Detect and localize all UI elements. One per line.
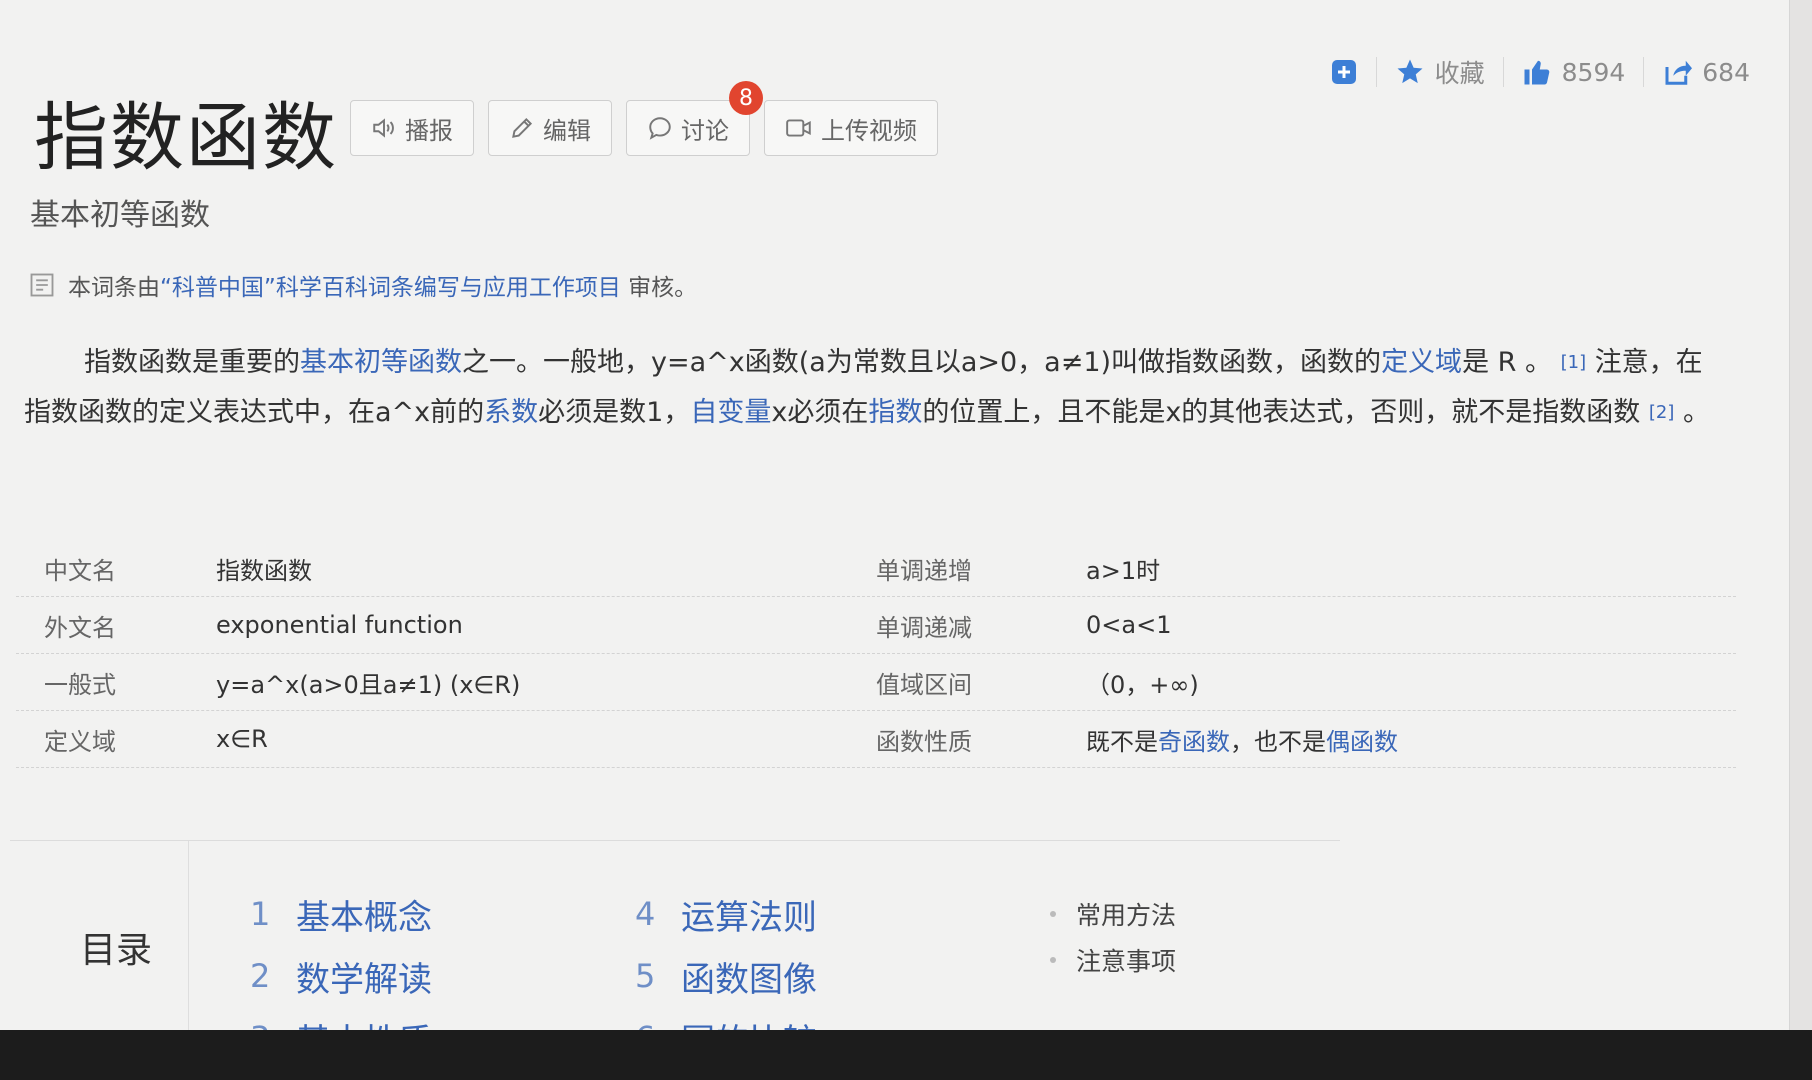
info-key: 函数性质	[876, 727, 972, 756]
review-prefix: 本词条由	[68, 275, 160, 301]
discuss-label: 讨论	[681, 116, 729, 145]
action-bar: 收藏 8594 684	[1330, 54, 1750, 90]
toc-number: 2	[250, 957, 271, 995]
toc-text: 函数图像	[681, 959, 817, 1000]
upload-video-label: 上传视频	[821, 116, 917, 145]
edit-label: 编辑	[543, 116, 591, 145]
info-value: 指数函数	[216, 556, 312, 585]
link-independent-variable[interactable]: 自变量	[690, 397, 771, 428]
info-value: x∈R	[216, 725, 268, 753]
link-exponent[interactable]: 指数	[868, 397, 922, 428]
intro-text: x必须在	[771, 397, 869, 428]
discuss-button[interactable]: 讨论 8	[626, 81, 763, 156]
review-suffix: 审核。	[620, 275, 698, 301]
add-button[interactable]	[1330, 58, 1358, 86]
intro-text: 。	[1674, 397, 1710, 428]
toc-number: 5	[635, 957, 656, 995]
info-key: 值域区间	[876, 670, 972, 699]
intro-text: 是 R 。	[1462, 347, 1552, 378]
info-value: 0<a<1	[1086, 611, 1172, 639]
info-value-text: 既不是	[1086, 727, 1158, 756]
toc-subitem[interactable]: 常用方法	[1050, 891, 1176, 937]
collect-button[interactable]: 收藏	[1395, 54, 1485, 90]
info-key: 中文名	[44, 556, 116, 585]
info-key: 单调递增	[876, 556, 972, 585]
share-icon	[1665, 60, 1693, 85]
intro-text: 必须是数1，	[538, 397, 691, 428]
upload-video-button[interactable]: 上传视频	[764, 100, 938, 156]
info-key: 单调递减	[876, 613, 972, 642]
reference-2[interactable]: [2]	[1649, 402, 1675, 423]
document-icon	[30, 273, 54, 297]
link-elementary-function[interactable]: 基本初等函数	[300, 347, 462, 378]
info-value-text: ，也不是	[1230, 727, 1326, 756]
screen-bezel	[0, 1030, 1812, 1080]
toc-label: 目录	[80, 930, 153, 971]
review-link[interactable]: “科普中国”科学百科词条编写与应用工作项目	[160, 275, 621, 301]
share-button[interactable]: 684	[1662, 57, 1750, 87]
link-even-function[interactable]: 偶函数	[1326, 728, 1398, 756]
info-value: exponential function	[216, 611, 463, 639]
review-note: 本词条由“科普中国”科学百科词条编写与应用工作项目 审核。	[28, 268, 697, 302]
intro-paragraph: 指数函数是重要的基本初等函数之一。一般地，y=a^x函数(a为常数且以a>0，a…	[24, 338, 1724, 438]
link-domain[interactable]: 定义域	[1381, 347, 1462, 378]
info-key: 一般式	[44, 670, 116, 699]
toc-subitem-text: 常用方法	[1076, 901, 1177, 930]
info-key: 定义域	[44, 727, 116, 756]
broadcast-button[interactable]: 播报	[350, 100, 474, 156]
toc-item[interactable]: 4 运算法则	[635, 883, 817, 945]
toc-text: 数学解读	[296, 959, 432, 1000]
toc-subitem-text: 注意事项	[1076, 947, 1177, 976]
video-camera-icon	[786, 119, 811, 137]
table-of-contents: 目录 1基本概念 2数学解读 3基本性质 4运算法则 5函数图像 6幂的比较 常…	[10, 840, 1340, 1062]
scrollbar[interactable]	[1789, 0, 1812, 1030]
like-button[interactable]: 8594	[1522, 57, 1626, 87]
link-odd-function[interactable]: 奇函数	[1158, 728, 1230, 756]
info-value: （0，+∞)	[1086, 670, 1199, 699]
info-value: 既不是奇函数，也不是偶函数	[1086, 722, 1398, 757]
reference-1[interactable]: [1]	[1561, 352, 1587, 373]
info-row: 一般式 y=a^x(a>0且a≠1) (x∈R) 值域区间 （0，+∞)	[16, 654, 1736, 711]
chat-bubble-icon	[649, 117, 671, 140]
info-row: 中文名 指数函数 单调递增 a>1时	[16, 540, 1736, 597]
share-count: 684	[1702, 57, 1750, 87]
collect-label: 收藏	[1434, 59, 1485, 88]
broadcast-label: 播报	[405, 116, 453, 145]
toc-subitem[interactable]: 注意事项	[1050, 937, 1176, 983]
info-key: 外文名	[44, 613, 116, 642]
info-value: y=a^x(a>0且a≠1) (x∈R)	[216, 670, 521, 699]
pencil-icon	[512, 117, 533, 138]
intro-text: 指数函数是重要的	[84, 347, 300, 378]
page: 收藏 8594 684 指数函数 播报 编辑 讨论 8 上传视频 基本初等函数 …	[0, 0, 1790, 1062]
page-title: 指数函数	[34, 95, 338, 181]
info-row: 定义域 x∈R 函数性质 既不是奇函数，也不是偶函数	[16, 711, 1736, 768]
title-buttons: 播报 编辑 讨论 8 上传视频	[350, 81, 938, 156]
toc-item[interactable]: 2 数学解读	[250, 945, 432, 1007]
intro-text: 的位置上，且不能是x的其他表达式，否则，就不是指数函数	[922, 397, 1641, 428]
toc-text: 基本概念	[296, 897, 432, 938]
toc-item[interactable]: 5 函数图像	[635, 945, 817, 1007]
like-count: 8594	[1561, 57, 1626, 87]
star-icon	[1397, 59, 1423, 84]
info-row: 外文名 exponential function 单调递减 0<a<1	[16, 597, 1736, 654]
toc-number: 1	[250, 895, 271, 933]
basic-info-table: 中文名 指数函数 单调递增 a>1时 外文名 exponential funct…	[16, 540, 1736, 768]
toc-subitems: 常用方法 注意事项	[1050, 891, 1176, 983]
page-subtitle: 基本初等函数	[30, 198, 210, 233]
info-value: a>1时	[1086, 556, 1161, 585]
edit-button[interactable]: 编辑	[488, 100, 612, 156]
plus-square-icon	[1331, 60, 1356, 84]
intro-text: 之一。一般地，y=a^x函数(a为常数且以a>0，a≠1)叫做指数函数，函数的	[462, 347, 1382, 378]
toc-text: 运算法则	[681, 897, 817, 938]
toc-number: 4	[635, 895, 656, 933]
speaker-icon	[373, 118, 394, 138]
discuss-badge: 8	[729, 81, 763, 115]
thumbs-up-icon	[1524, 60, 1549, 85]
link-coefficient[interactable]: 系数	[484, 397, 538, 428]
toc-item[interactable]: 1 基本概念	[250, 883, 432, 945]
